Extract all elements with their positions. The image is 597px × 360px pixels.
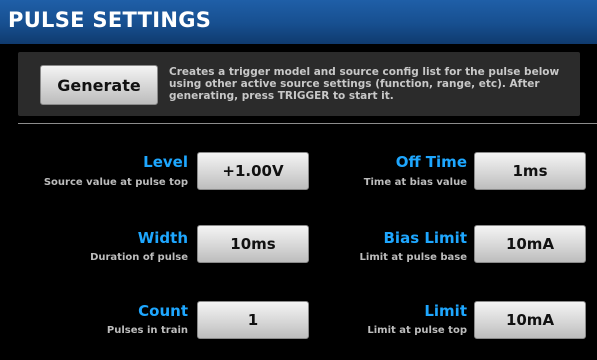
- off-time-sublabel: Time at bias value: [363, 177, 467, 188]
- width-value-button[interactable]: 10ms: [197, 225, 309, 263]
- limit-label: Limit: [424, 302, 467, 320]
- width-label: Width: [137, 229, 188, 247]
- divider: [18, 123, 597, 124]
- page-title: PULSE SETTINGS: [8, 8, 212, 32]
- level-sublabel: Source value at pulse top: [43, 177, 188, 188]
- level-value-button[interactable]: +1.00V: [197, 152, 309, 190]
- count-sublabel: Pulses in train: [106, 325, 188, 336]
- generate-button[interactable]: Generate: [40, 65, 158, 105]
- level-label: Level: [143, 153, 188, 171]
- off-time-value-button[interactable]: 1ms: [474, 152, 586, 190]
- bias-limit-sublabel: Limit at pulse base: [359, 252, 467, 263]
- bias-limit-value-button[interactable]: 10mA: [474, 225, 586, 263]
- bias-limit-label: Bias Limit: [383, 229, 468, 247]
- title-bar: PULSE SETTINGS: [0, 0, 597, 44]
- limit-value-button[interactable]: 10mA: [474, 301, 586, 339]
- count-value-button[interactable]: 1: [197, 301, 309, 339]
- limit-sublabel: Limit at pulse top: [367, 325, 467, 336]
- generate-description: Creates a trigger model and source confi…: [169, 66, 560, 102]
- off-time-label: Off Time: [395, 153, 467, 171]
- width-sublabel: Duration of pulse: [90, 252, 188, 263]
- count-label: Count: [138, 302, 188, 320]
